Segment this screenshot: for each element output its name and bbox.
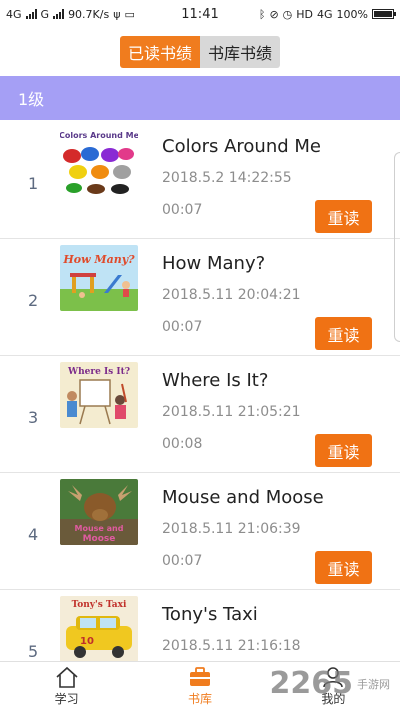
list-item[interactable]: 1 Colors Around Me Colors Around Me 2018… xyxy=(0,122,400,239)
nav-library[interactable]: 书库 xyxy=(133,662,266,711)
item-index: 5 xyxy=(28,642,39,661)
colors-around-me-cover[interactable]: Colors Around Me xyxy=(60,128,138,194)
book-list[interactable]: 1 Colors Around Me Colors Around Me 2018… xyxy=(0,122,400,662)
read-date: 2018.5.11 21:16:18 xyxy=(162,638,301,654)
mute-icon: ⊘ xyxy=(269,7,279,21)
svg-text:Moose: Moose xyxy=(83,534,116,544)
reread-button[interactable]: 重读 xyxy=(315,317,372,350)
scrollbar[interactable] xyxy=(394,152,400,342)
briefcase-icon xyxy=(189,667,210,686)
list-item[interactable]: 5 Tony's Taxi 10 Tony's Taxi 2018.5.11 2… xyxy=(0,590,400,662)
watermark-text: 手游网 xyxy=(357,677,390,691)
level-header: 1级 xyxy=(0,76,400,120)
mouse-and-moose-cover[interactable]: Mouse and Moose xyxy=(60,479,138,545)
svg-text:Colors Around Me: Colors Around Me xyxy=(60,131,138,140)
svg-text:10: 10 xyxy=(80,636,94,647)
item-index: 3 xyxy=(28,408,39,427)
watermark-number: 2265 xyxy=(269,666,354,701)
network-label: 4G xyxy=(6,7,22,21)
battery-percent: 100% xyxy=(336,7,368,21)
book-title: Colors Around Me xyxy=(162,136,321,157)
tab-read-records[interactable]: 已读书绩 xyxy=(120,36,200,68)
book-title: Tony's Taxi xyxy=(162,604,258,625)
read-duration: 00:07 xyxy=(162,553,203,569)
reread-button[interactable]: 重读 xyxy=(315,434,372,467)
header: 已读书绩 书库书绩 xyxy=(0,28,400,76)
how-many-cover[interactable]: How Many? xyxy=(60,245,138,311)
nav-library-label: 书库 xyxy=(187,692,212,706)
bluetooth-icon: ᛒ xyxy=(258,7,266,21)
tab-library-records[interactable]: 书库书绩 xyxy=(200,36,280,68)
level-label: 1级 xyxy=(18,90,45,109)
book-title: How Many? xyxy=(162,253,266,274)
signal-icon xyxy=(25,9,37,19)
status-bar: 4G G 90.7K/s ψ ▭ 11:41 ᛒ ⊘ ◷ HD 4G 100% xyxy=(0,0,400,28)
item-index: 1 xyxy=(28,174,39,193)
nav-learn-label: 学习 xyxy=(54,692,79,706)
watermark: 2265 手游网 xyxy=(270,666,391,701)
where-is-it-cover[interactable]: Where Is It? xyxy=(60,362,138,428)
home-icon xyxy=(56,666,78,688)
book-title: Where Is It? xyxy=(162,370,269,391)
svg-text:Tony's Taxi: Tony's Taxi xyxy=(72,600,127,610)
nav-learn[interactable]: 学习 xyxy=(0,662,133,711)
reread-button[interactable]: 重读 xyxy=(315,200,372,233)
network-label-2: G xyxy=(40,7,50,21)
list-item[interactable]: 2 How Many? How Many? 2018.5.11 20:04:21… xyxy=(0,239,400,356)
read-date: 2018.5.11 21:06:39 xyxy=(162,521,301,537)
record-type-toggle: 已读书绩 书库书绩 xyxy=(120,36,280,68)
sim-icon: ▭ xyxy=(124,7,135,21)
usb-icon: ψ xyxy=(113,7,121,21)
read-duration: 00:08 xyxy=(162,436,203,452)
read-date: 2018.5.11 20:04:21 xyxy=(162,287,301,303)
list-item[interactable]: 3 Where Is It? Where Is It? 2018.5.11 21… xyxy=(0,356,400,473)
tonys-taxi-cover[interactable]: Tony's Taxi 10 xyxy=(60,596,138,662)
read-date: 2018.5.2 14:22:55 xyxy=(162,170,292,186)
svg-text:Where Is It?: Where Is It? xyxy=(67,367,130,377)
mobile-data-label: 4G xyxy=(317,7,333,21)
read-duration: 00:07 xyxy=(162,319,203,335)
battery-icon xyxy=(372,9,396,19)
item-index: 2 xyxy=(28,291,39,310)
read-duration: 00:07 xyxy=(162,202,203,218)
svg-text:Mouse and: Mouse and xyxy=(75,524,124,533)
read-date: 2018.5.11 21:05:21 xyxy=(162,404,301,420)
book-title: Mouse and Moose xyxy=(162,487,324,508)
item-index: 4 xyxy=(28,525,39,544)
clock: 11:41 xyxy=(181,6,219,22)
svg-text:How Many?: How Many? xyxy=(62,253,135,266)
alarm-icon: ◷ xyxy=(282,7,293,21)
hd-label: HD xyxy=(296,7,314,21)
list-item[interactable]: 4 Mouse and Moose Mouse and Moose 2018.5… xyxy=(0,473,400,590)
reread-button[interactable]: 重读 xyxy=(315,551,372,584)
network-speed: 90.7K/s xyxy=(68,7,110,21)
signal-icon-2 xyxy=(53,9,65,19)
